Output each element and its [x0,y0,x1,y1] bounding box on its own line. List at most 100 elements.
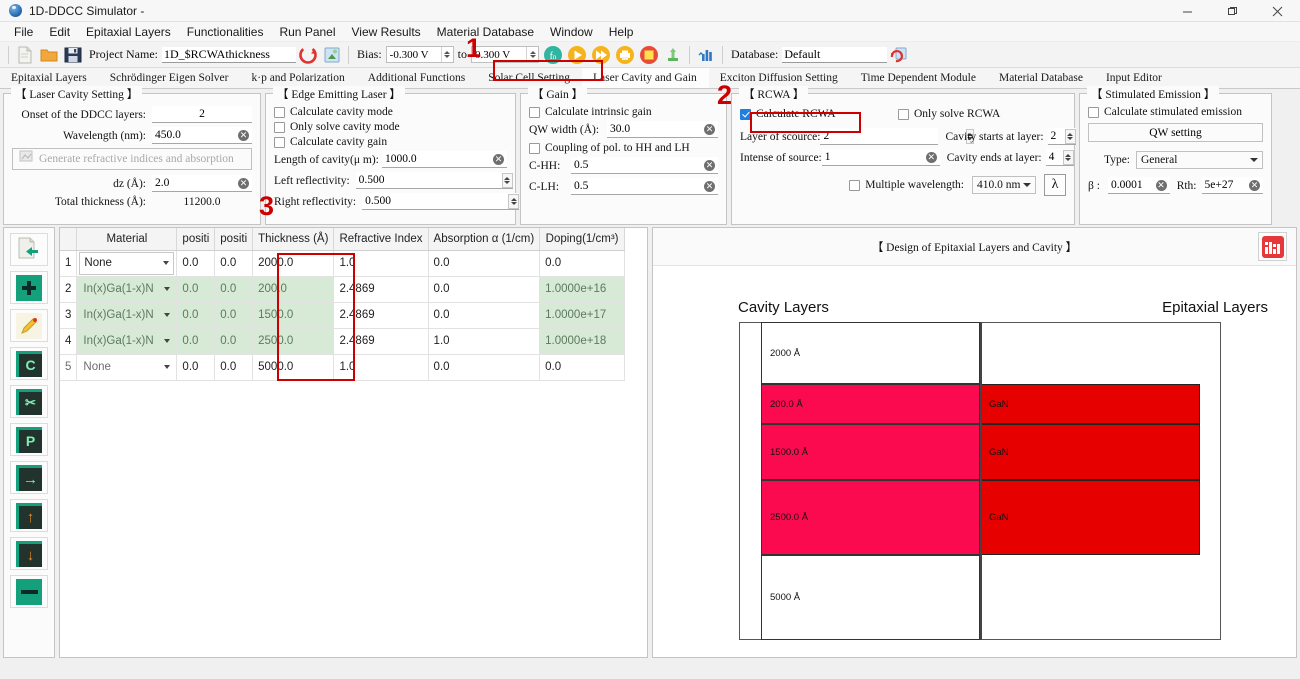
calculate-cavity-mode-row[interactable]: Calculate cavity mode [274,106,507,118]
only-solve-rcwa-row[interactable]: Only solve RCWA [898,108,1000,120]
cell-position-2[interactable]: 0.0 [214,276,254,303]
edit-layer-button[interactable] [10,309,48,342]
material-select[interactable]: None [79,356,174,379]
cell-refractive-index[interactable]: 2.4869 [333,276,429,303]
tab-schrodinger-eigen-solver[interactable]: Schrödinger Eigen Solver [99,68,241,88]
tab-input-editor[interactable]: Input Editor [1095,68,1174,88]
clear-icon[interactable]: ✕ [238,178,249,189]
menu-item-help[interactable]: Help [601,23,642,41]
bias-from-arrows[interactable] [440,47,453,62]
menu-item-edit[interactable]: Edit [41,23,78,41]
material-select[interactable]: In(x)Ga(1-x)N [79,278,174,301]
cell-absorption[interactable]: 1.0 [428,328,541,355]
coupling-checkbox[interactable] [529,142,540,154]
onset-input[interactable] [152,106,252,123]
cell-material[interactable]: None [76,250,178,277]
paste-layer-button[interactable]: P [10,423,48,456]
cell-position-1[interactable]: 0.0 [176,250,216,277]
lambda-button[interactable]: λ [1044,174,1066,196]
chh-input[interactable] [571,157,718,174]
insert-layer-button[interactable]: → [10,461,48,494]
save-icon[interactable] [63,45,83,65]
clear-icon[interactable]: ✕ [1249,180,1260,191]
intense-of-source-input[interactable] [821,149,940,166]
move-down-button[interactable]: ↓ [10,537,48,570]
clear-icon[interactable]: ✕ [704,160,715,171]
right-reflectivity-arrows[interactable] [508,193,520,209]
tab-solar-cell-setting[interactable]: Solar Cell Setting [477,68,582,88]
cut-layer-button[interactable]: ✂ [10,385,48,418]
bias-from-input[interactable] [386,47,441,62]
menu-item-run-panel[interactable]: Run Panel [271,23,343,41]
refresh-icon[interactable] [298,45,318,65]
run-all-icon[interactable] [591,45,611,65]
cell-material[interactable]: In(x)Ga(1-x)N [76,302,178,329]
bias-to-arrows[interactable] [526,47,538,62]
print-icon[interactable] [615,45,635,65]
clear-icon[interactable]: ✕ [704,124,715,135]
show-chart-button[interactable] [1258,232,1287,261]
clear-icon[interactable]: ✕ [704,181,715,192]
calculate-cavity-mode-checkbox[interactable] [274,106,285,118]
cell-absorption[interactable]: 0.0 [428,354,541,381]
bias-from-stepper[interactable] [385,46,454,63]
calculate-intrinsic-gain-row[interactable]: Calculate intrinsic gain [529,106,718,118]
qw-setting-button[interactable]: QW setting [1088,123,1263,142]
clear-icon[interactable]: ✕ [238,130,249,141]
add-plugin-icon[interactable] [663,45,683,65]
cavity-ends-stepper[interactable] [1045,149,1074,166]
run-icon[interactable] [567,45,587,65]
calculate-cavity-gain-row[interactable]: Calculate cavity gain [274,136,507,148]
database-refresh-icon[interactable] [889,45,909,65]
column-position-1[interactable]: positi [176,228,216,251]
cell-position-1[interactable]: 0.0 [176,276,216,303]
clear-icon[interactable]: ✕ [1155,180,1167,191]
cell-thickness[interactable]: 2500.0 [252,328,335,355]
table-row[interactable]: 1 None 0.0 0.0 2000.0 1.0 0.0 0.0 [60,250,625,277]
cell-thickness[interactable]: 2000.0 [252,250,335,277]
material-select[interactable]: In(x)Ga(1-x)N [79,330,174,353]
only-solve-rcwa-checkbox[interactable] [898,108,909,120]
cell-doping[interactable]: 1.0000e+16 [539,276,625,303]
open-folder-icon[interactable] [39,45,59,65]
cell-thickness[interactable]: 200.0 [252,276,335,303]
run-info-icon[interactable]: fn [543,45,563,65]
cell-doping[interactable]: 0.0 [539,250,625,277]
coupling-row[interactable]: Coupling of pol. to HH and LH [529,142,718,154]
table-row[interactable]: 4 In(x)Ga(1-x)N 0.0 0.0 2500.0 2.4869 1.… [60,328,625,355]
cell-absorption[interactable]: 0.0 [428,276,541,303]
calculate-rcwa-checkbox[interactable] [740,108,751,120]
calculate-stimulated-emission-row[interactable]: Calculate stimulated emission [1088,106,1263,118]
only-solve-cavity-mode-row[interactable]: Only solve cavity mode [274,121,507,133]
clear-icon[interactable]: ✕ [925,152,937,163]
column-doping[interactable]: Doping(1/cm³) [539,228,625,251]
wavelength-input[interactable] [152,127,252,144]
tab-laser-cavity-and-gain[interactable]: Laser Cavity and Gain [581,68,709,88]
project-name-input[interactable] [161,46,296,63]
menu-item-epitaxial-layers[interactable]: Epitaxial Layers [78,23,179,41]
cell-position-1[interactable]: 0.0 [176,302,216,329]
cell-material[interactable]: In(x)Ga(1-x)N [76,276,178,303]
cell-absorption[interactable]: 0.0 [428,250,541,277]
menu-item-window[interactable]: Window [542,23,601,41]
cavity-starts-input[interactable] [1047,129,1065,143]
layer-of-source-stepper[interactable] [820,128,975,145]
cell-refractive-index[interactable]: 1.0 [333,250,429,277]
multiple-wavelength-checkbox[interactable] [849,179,861,191]
copy-layer-button[interactable]: C [10,347,48,380]
left-reflectivity-stepper[interactable] [355,172,513,189]
reload-database-icon[interactable] [322,45,342,65]
column-material[interactable]: Material [76,228,178,251]
menu-item-view-results[interactable]: View Results [344,23,429,41]
tab-epitaxial-layers[interactable]: Epitaxial Layers [0,68,99,88]
table-row[interactable]: 3 In(x)Ga(1-x)N 0.0 0.0 1500.0 2.4869 0.… [60,302,625,329]
tab-kp-and-polarization[interactable]: k·p and Polarization [241,68,357,88]
minimize-button[interactable] [1165,0,1210,22]
table-row[interactable]: 5 None 0.0 0.0 5000.0 1.0 0.0 0.0 [60,354,625,381]
column-position-2[interactable]: positi [214,228,254,251]
cell-position-2[interactable]: 0.0 [214,302,254,329]
menu-item-material-database[interactable]: Material Database [429,23,542,41]
cell-material[interactable]: None [76,354,178,381]
layer-table-panel[interactable]: Material positi positi Thickness (Å) Ref… [59,227,648,658]
new-file-icon[interactable] [15,45,35,65]
